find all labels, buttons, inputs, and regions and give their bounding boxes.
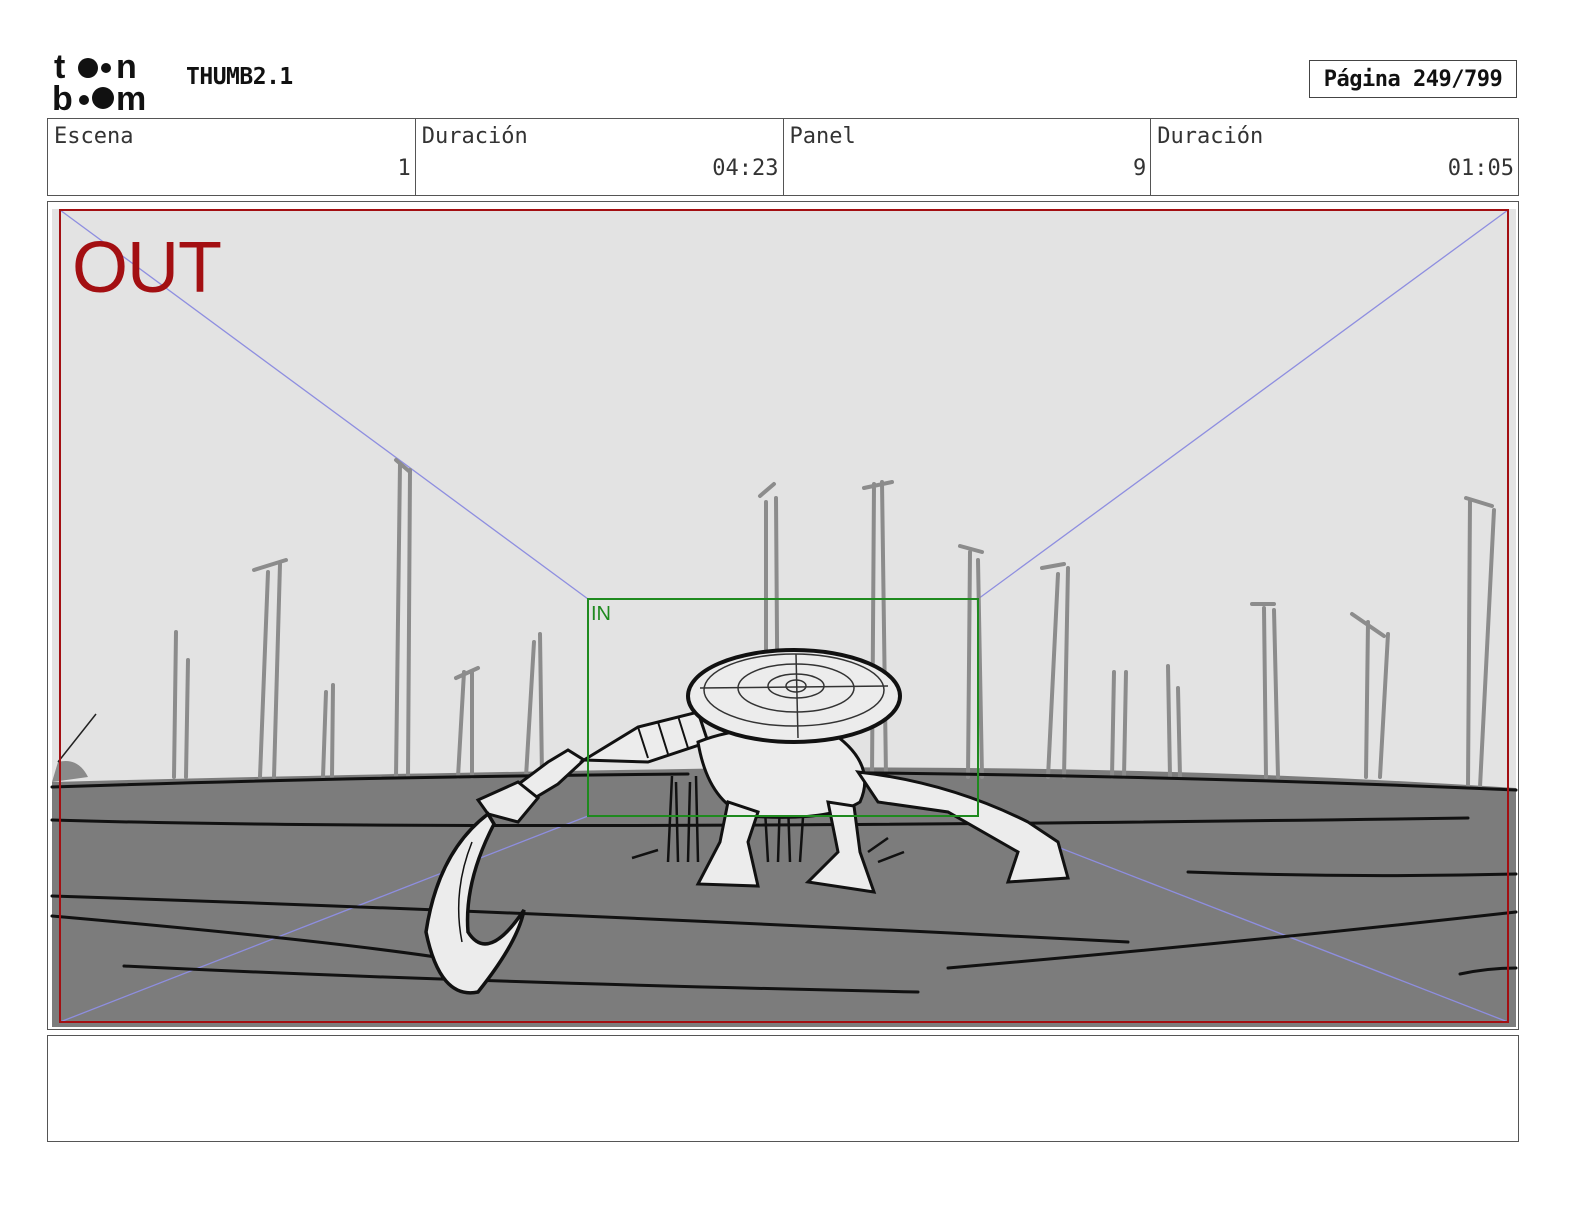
in-frame-label: IN: [591, 603, 611, 625]
panel-duration-value: 01:05: [1447, 156, 1514, 181]
panel-notes-box[interactable]: [47, 1035, 1519, 1142]
scene-duration-value: 04:23: [712, 156, 779, 181]
panel-drawing: [50, 209, 1518, 1027]
svg-text:m: m: [116, 80, 146, 112]
svg-text:b: b: [52, 80, 73, 112]
panel-cell: Panel 9: [784, 119, 1152, 195]
scene-duration-label: Duración: [421, 124, 528, 149]
panel-label: Panel: [789, 124, 856, 149]
panel-value: 9: [1133, 156, 1147, 181]
scene-label: Escena: [54, 124, 134, 149]
panel-duration-label: Duración: [1157, 124, 1264, 149]
scene-info-table: Escena 1 Duración 04:23 Panel 9 Duración…: [47, 118, 1519, 196]
panel-duration-cell: Duración 01:05: [1151, 119, 1518, 195]
storyboard-panel: [47, 201, 1519, 1030]
page-indicator: Página 249/799: [1309, 60, 1517, 98]
scene-value: 1: [397, 156, 411, 181]
toon-boom-logo: t n b m: [52, 50, 164, 112]
scene-duration-cell: Duración 04:23: [416, 119, 784, 195]
out-frame-label: OUT: [72, 228, 222, 308]
scene-cell: Escena 1: [48, 119, 416, 195]
project-title: THUMB2.1: [186, 64, 293, 90]
